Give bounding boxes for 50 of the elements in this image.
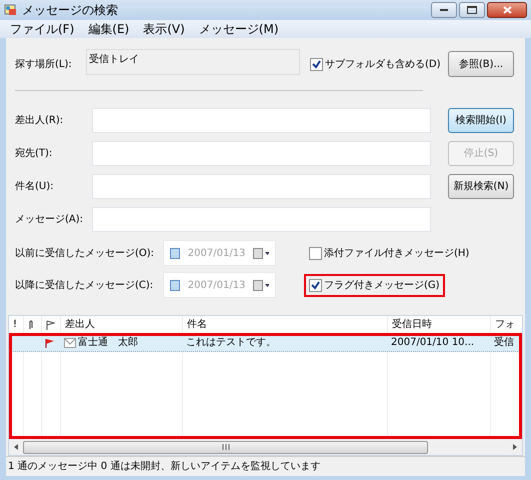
paperclip-icon — [28, 320, 34, 330]
table-cell-text: これはテストです。 — [186, 336, 276, 350]
date-label: 以降に受信したメッセージ(C): — [15, 278, 154, 292]
field-label: 差出人(R): — [15, 114, 64, 128]
menu-item[interactable]: 編集(E) — [88, 20, 130, 38]
horizontal-scrollbar-thumb[interactable] — [23, 440, 428, 454]
calendar-dropdown-icon[interactable] — [253, 279, 269, 291]
table-cell-text: 受信 — [494, 336, 514, 350]
flag-icon — [46, 320, 55, 330]
checkbox[interactable] — [309, 246, 322, 260]
close-button[interactable] — [487, 2, 527, 18]
menu-item[interactable]: 表示(V) — [143, 20, 185, 38]
close-icon — [502, 6, 512, 14]
maximize-icon — [467, 6, 477, 14]
maximize-button[interactable] — [459, 2, 485, 18]
menu-item[interactable]: ファイル(F) — [10, 20, 74, 38]
checkbox-label: 添付ファイル付きメッセージ(H) — [324, 246, 470, 260]
envelope-icon — [64, 338, 76, 348]
search-window-icon — [4, 3, 18, 17]
input-field[interactable] — [92, 108, 431, 133]
field-label: 件名(U): — [15, 180, 54, 194]
column-header[interactable]: 件名 — [183, 316, 388, 333]
location-label: 探す場所(L): — [15, 58, 73, 72]
input-field[interactable] — [92, 141, 431, 166]
action-button[interactable]: 検索開始(I) — [448, 108, 514, 133]
browse-button[interactable]: 参照(B)... — [448, 51, 514, 77]
column-header[interactable]: フォ — [491, 316, 522, 333]
window-title: メッセージの検索 — [22, 2, 118, 19]
grip-icon — [222, 444, 230, 450]
checkbox-label: フラグ付きメッセージ(G) — [324, 278, 440, 292]
field-label: メッセージ(A): — [15, 213, 84, 227]
table-cell-text: 2007/01/10 10... — [391, 336, 474, 350]
input-field[interactable] — [92, 207, 431, 232]
checkbox-label: サブフォルダも含める(D) — [325, 58, 441, 72]
column-header[interactable]: ! — [9, 316, 24, 333]
checkbox[interactable] — [310, 58, 323, 70]
column-header[interactable]: 受信日時 — [388, 316, 491, 333]
table-cell-text: 富士通 太郎 — [78, 336, 138, 350]
action-button[interactable]: 新規検索(N) — [448, 174, 514, 199]
status-bar: 1 通のメッセージ中 0 通は未開封、新しいアイテムを監視しています — [6, 456, 525, 476]
input-field[interactable] — [92, 174, 431, 199]
minimize-icon — [440, 8, 448, 12]
checkbox[interactable] — [309, 278, 322, 292]
date-label: 以前に受信したメッセージ(O): — [15, 246, 156, 260]
calendar-dropdown-icon[interactable] — [253, 247, 269, 259]
location-field: 受信トレイ — [86, 49, 300, 75]
field-label: 宛先(T): — [15, 146, 54, 161]
minimize-button[interactable] — [431, 2, 457, 18]
menu-item[interactable]: メッセージ(M) — [198, 20, 279, 38]
column-header[interactable]: 差出人 — [61, 316, 183, 333]
